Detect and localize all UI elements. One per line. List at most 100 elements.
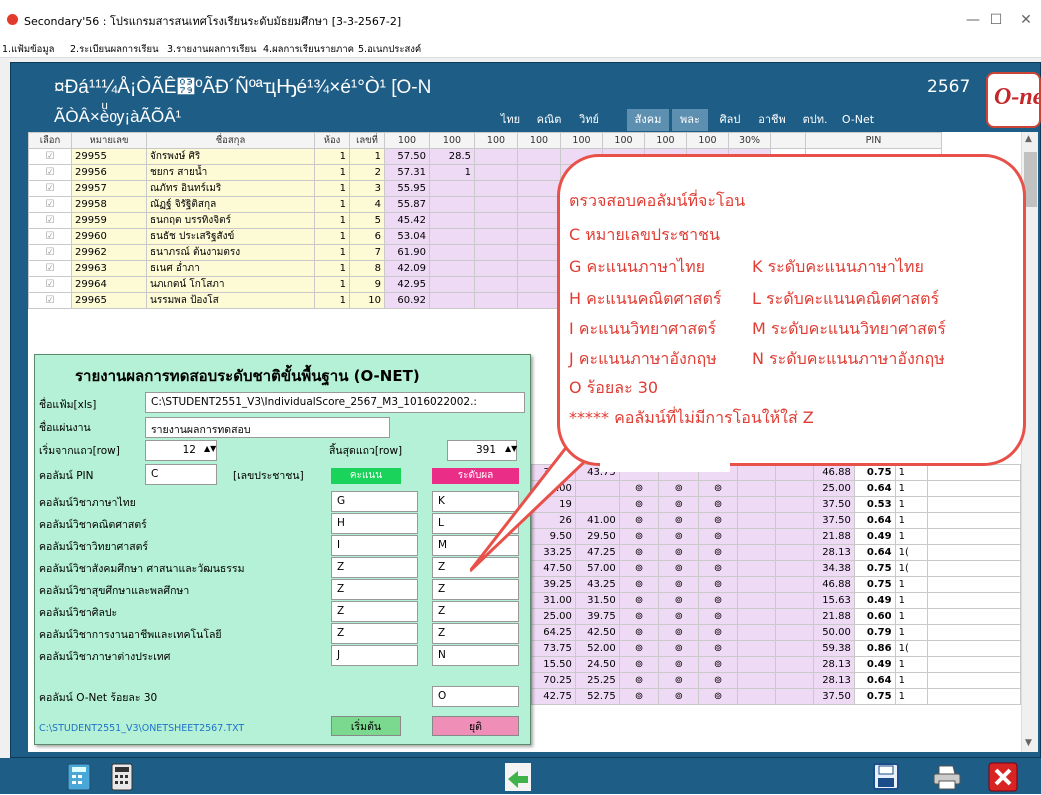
score-cell: ⊚ xyxy=(698,688,738,705)
score-column-field[interactable]: J xyxy=(331,645,418,666)
subject-header-pe[interactable]: พละ xyxy=(672,109,708,131)
score-cell: ⊚ xyxy=(698,496,738,513)
empty-cell xyxy=(927,528,1021,545)
score-cell: ⊚ xyxy=(698,544,738,561)
menu-item-record[interactable]: 2.ระเบียนผลการเรียน xyxy=(70,42,159,57)
close-icon[interactable] xyxy=(987,762,1019,792)
calculator-icon[interactable] xyxy=(64,762,96,792)
score-column-field[interactable]: Z xyxy=(331,623,418,644)
row-checkbox[interactable]: ☑ xyxy=(28,292,72,309)
subject-header-science[interactable]: วิทย์ xyxy=(571,109,607,131)
col-header-id: หมายเลข xyxy=(71,132,147,149)
score-cell: 0.75 xyxy=(853,560,896,577)
subject-header-social[interactable]: สังคม xyxy=(627,109,669,131)
empty-cell xyxy=(517,276,561,293)
table-row[interactable]: 73.75 52.00 ⊚ ⊚ ⊚ 59.38 0.86 1( xyxy=(531,640,1021,657)
subject-header-math[interactable]: คณิต xyxy=(531,109,567,131)
window-close-button[interactable]: ✕ xyxy=(1011,8,1041,32)
score-cell: ⊚ xyxy=(698,592,738,609)
score-cell: ⊚ xyxy=(658,560,700,577)
row-checkbox[interactable]: ☑ xyxy=(28,244,72,261)
back-arrow-icon[interactable] xyxy=(502,762,534,792)
grade-column-field[interactable]: Z xyxy=(432,579,519,600)
empty-cell xyxy=(736,528,776,545)
row-checkbox[interactable]: ☑ xyxy=(28,228,72,245)
student-number: 9 xyxy=(349,276,385,293)
row-checkbox[interactable]: ☑ xyxy=(28,180,72,197)
row-checkbox[interactable]: ☑ xyxy=(28,276,72,293)
empty-cell xyxy=(474,292,518,309)
start-row-spin-icon[interactable]: ▲▼ xyxy=(204,444,216,453)
empty-cell xyxy=(774,528,814,545)
score-cell: 21.88 xyxy=(812,528,855,545)
menu-item-report[interactable]: 3.รายงานผลการเรียน xyxy=(167,42,257,57)
row-checkbox[interactable]: ☑ xyxy=(28,196,72,213)
menu-item-semester[interactable]: 4.ผลการเรียนรายภาค xyxy=(263,42,354,57)
score-column-field[interactable]: I xyxy=(331,535,418,556)
student-number: 2 xyxy=(349,164,385,181)
print-icon[interactable] xyxy=(931,762,963,792)
menu-item-misc[interactable]: 5.อเนกประสงค์ xyxy=(358,42,421,57)
score-cell: 15.63 xyxy=(812,592,855,609)
subject-header-career[interactable]: อาชีพ xyxy=(752,109,792,131)
maximize-button[interactable]: ☐ xyxy=(981,8,1011,32)
table-row[interactable]: 15.50 24.50 ⊚ ⊚ ⊚ 28.13 0.49 1 xyxy=(531,656,1021,673)
table-row[interactable]: 64.25 42.50 ⊚ ⊚ ⊚ 50.00 0.79 1 xyxy=(531,624,1021,641)
score-cell: 1 xyxy=(894,480,929,497)
score-cell: 0.64 xyxy=(853,672,896,689)
score-column-field[interactable]: Z xyxy=(331,601,418,622)
onet-column-field[interactable]: O xyxy=(432,686,519,707)
student-id: 29964 xyxy=(71,276,147,293)
grade-column-field[interactable]: Z xyxy=(432,601,519,622)
row-checkbox[interactable]: ☑ xyxy=(28,164,72,181)
menu-item-file[interactable]: 1.แฟ้มข้อมูล xyxy=(2,42,54,57)
score-cell: 1 xyxy=(894,672,929,689)
score-cell: 1 xyxy=(894,688,929,705)
table-row[interactable]: 42.75 52.75 ⊚ ⊚ ⊚ 37.50 0.75 1 xyxy=(531,688,1021,705)
student-id: 29959 xyxy=(71,212,147,229)
score-cell: 28.13 xyxy=(812,544,855,561)
end-row-label: สิ้นสุดแถว[row] xyxy=(329,445,403,457)
empty-cell xyxy=(774,688,814,705)
start-button[interactable]: เริ่มต้น xyxy=(331,716,401,736)
table-row[interactable]: 70.25 25.25 ⊚ ⊚ ⊚ 28.13 0.64 1 xyxy=(531,672,1021,689)
score-column-field[interactable]: H xyxy=(331,513,418,534)
grade-column-field[interactable]: Z xyxy=(432,623,519,644)
row-checkbox[interactable]: ☑ xyxy=(28,260,72,277)
score-cell xyxy=(429,260,475,277)
score-cell: 57.31 xyxy=(384,164,430,181)
grade-column-field[interactable]: N xyxy=(432,645,519,666)
score-cell: 34.38 xyxy=(812,560,855,577)
table-row[interactable]: 31.00 31.50 ⊚ ⊚ ⊚ 15.63 0.49 1 xyxy=(531,592,1021,609)
pin-column-field[interactable]: C xyxy=(145,464,217,485)
save-icon[interactable] xyxy=(870,762,902,792)
sheet-label: ชื่อแผ่นงาน xyxy=(39,422,91,434)
scroll-up-icon[interactable]: ▲ xyxy=(1025,134,1032,144)
score-cell: ⊚ xyxy=(698,528,738,545)
student-room: 1 xyxy=(314,212,350,229)
header-title: ¤Ðá¹¹¼Å¡ÒÃÊ͹ºÃÐ´ÑºªҵԢé¹¾×é¹°Ò¹ [O-N xyxy=(54,77,432,98)
stop-button[interactable]: ยุติ xyxy=(432,716,519,736)
subject-header-art[interactable]: ศิลป xyxy=(712,109,748,131)
subject-header-onet[interactable]: O-Net xyxy=(838,109,878,131)
calculator-dark-icon[interactable] xyxy=(107,762,139,792)
score-cell: 31.00 xyxy=(531,592,576,609)
student-number: 8 xyxy=(349,260,385,277)
onet-import-panel: รายงานผลการทดสอบระดับชาติขั้นพื้นฐาน (O-… xyxy=(34,354,531,745)
row-checkbox[interactable]: ☑ xyxy=(28,148,72,165)
empty-cell xyxy=(774,560,814,577)
subject-header-thai[interactable]: ไทย xyxy=(494,109,527,131)
table-row[interactable]: 25.00 39.75 ⊚ ⊚ ⊚ 21.88 0.60 1 xyxy=(531,608,1021,625)
sheet-name-field[interactable]: รายงานผลการทดสอบ xyxy=(145,417,390,438)
score-column-field[interactable]: G xyxy=(331,491,418,512)
empty-cell xyxy=(927,464,1021,481)
score-column-field[interactable]: Z xyxy=(331,579,418,600)
score-cell: 39.75 xyxy=(574,608,620,625)
subject-header-foreign[interactable]: ตปท. xyxy=(795,109,835,131)
score-column-field[interactable]: Z xyxy=(331,557,418,578)
student-room: 1 xyxy=(314,164,350,181)
row-checkbox[interactable]: ☑ xyxy=(28,212,72,229)
score-cell: 0.75 xyxy=(853,576,896,593)
scroll-down-icon[interactable]: ▼ xyxy=(1025,738,1032,748)
file-path-field[interactable]: C:\STUDENT2551_V3\IndividualScore_2567_M… xyxy=(145,392,525,413)
